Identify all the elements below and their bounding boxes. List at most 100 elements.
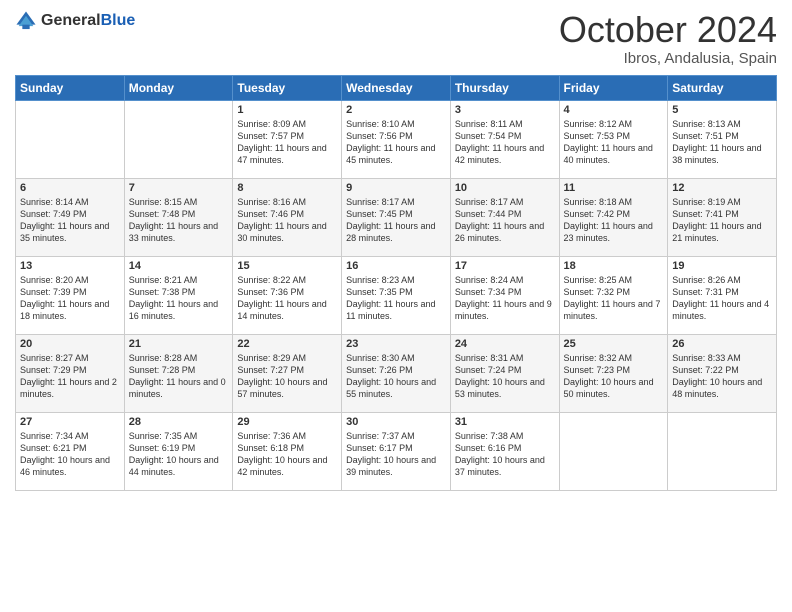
day-cell	[124, 100, 233, 178]
calendar: Sunday Monday Tuesday Wednesday Thursday…	[15, 75, 777, 491]
day-number: 10	[455, 182, 555, 194]
week-row-2: 6 Sunrise: 8:14 AM Sunset: 7:49 PM Daylig…	[16, 178, 777, 256]
day-info: Sunrise: 7:34 AM Sunset: 6:21 PM Dayligh…	[20, 430, 120, 479]
day-number: 20	[20, 338, 120, 350]
day-cell: 7 Sunrise: 8:15 AM Sunset: 7:48 PM Daylig…	[124, 178, 233, 256]
day-cell: 13 Sunrise: 8:20 AM Sunset: 7:39 PM Dayli…	[16, 256, 125, 334]
day-number: 24	[455, 338, 555, 350]
day-cell	[559, 412, 668, 490]
day-number: 31	[455, 416, 555, 428]
day-cell: 22Sunrise: 8:29 AM Sunset: 7:27 PM Dayli…	[233, 334, 342, 412]
day-number: 28	[129, 416, 229, 428]
day-info: Sunrise: 8:31 AM Sunset: 7:24 PM Dayligh…	[455, 352, 555, 401]
day-number: 7	[129, 182, 229, 194]
day-number: 9	[346, 182, 446, 194]
day-info: Sunrise: 8:25 AM Sunset: 7:32 PM Dayligh…	[564, 274, 664, 323]
day-info: Sunrise: 8:12 AM Sunset: 7:53 PM Dayligh…	[564, 118, 664, 167]
col-friday: Friday	[559, 75, 668, 100]
day-number: 29	[237, 416, 337, 428]
day-number: 18	[564, 260, 664, 272]
day-cell: 25 Sunrise: 8:32 AM Sunset: 7:23 PM Dayli…	[559, 334, 668, 412]
logo: General Blue	[15, 10, 135, 32]
day-number: 30	[346, 416, 446, 428]
day-cell: 12Sunrise: 8:19 AM Sunset: 7:41 PM Dayli…	[668, 178, 777, 256]
day-info: Sunrise: 8:11 AM Sunset: 7:54 PM Dayligh…	[455, 118, 555, 167]
day-info: Sunrise: 8:10 AM Sunset: 7:56 PM Dayligh…	[346, 118, 446, 167]
day-number: 14	[129, 260, 229, 272]
day-number: 13	[20, 260, 120, 272]
day-cell: 27 Sunrise: 7:34 AM Sunset: 6:21 PM Dayli…	[16, 412, 125, 490]
header: General Blue October 2024 Ibros, Andalus…	[15, 10, 777, 67]
day-cell: 17Sunrise: 8:24 AM Sunset: 7:34 PM Dayli…	[450, 256, 559, 334]
week-row-1: 1Sunrise: 8:09 AM Sunset: 7:57 PM Daylig…	[16, 100, 777, 178]
day-info: Sunrise: 8:18 AM Sunset: 7:42 PM Dayligh…	[564, 196, 664, 245]
day-info: Sunrise: 8:21 AM Sunset: 7:38 PM Dayligh…	[129, 274, 229, 323]
day-cell	[16, 100, 125, 178]
day-number: 25	[564, 338, 664, 350]
week-row-5: 27 Sunrise: 7:34 AM Sunset: 6:21 PM Dayli…	[16, 412, 777, 490]
month-title: October 2024	[559, 10, 777, 50]
day-cell: 20 Sunrise: 8:27 AM Sunset: 7:29 PM Dayli…	[16, 334, 125, 412]
day-cell: 9 Sunrise: 8:17 AM Sunset: 7:45 PM Daylig…	[342, 178, 451, 256]
day-cell: 8 Sunrise: 8:16 AM Sunset: 7:46 PM Daylig…	[233, 178, 342, 256]
day-cell: 5Sunrise: 8:13 AM Sunset: 7:51 PM Daylig…	[668, 100, 777, 178]
day-info: Sunrise: 8:32 AM Sunset: 7:23 PM Dayligh…	[564, 352, 664, 401]
day-info: Sunrise: 7:38 AM Sunset: 6:16 PM Dayligh…	[455, 430, 555, 479]
day-cell: 19 Sunrise: 8:26 AM Sunset: 7:31 PM Dayli…	[668, 256, 777, 334]
col-monday: Monday	[124, 75, 233, 100]
day-info: Sunrise: 8:15 AM Sunset: 7:48 PM Dayligh…	[129, 196, 229, 245]
day-number: 6	[20, 182, 120, 194]
day-cell: 23Sunrise: 8:30 AM Sunset: 7:26 PM Dayli…	[342, 334, 451, 412]
day-cell: 10 Sunrise: 8:17 AM Sunset: 7:44 PM Dayli…	[450, 178, 559, 256]
day-cell: 30Sunrise: 7:37 AM Sunset: 6:17 PM Dayli…	[342, 412, 451, 490]
day-cell: 29Sunrise: 7:36 AM Sunset: 6:18 PM Dayli…	[233, 412, 342, 490]
day-number: 22	[237, 338, 337, 350]
day-cell: 14 Sunrise: 8:21 AM Sunset: 7:38 PM Dayli…	[124, 256, 233, 334]
day-info: Sunrise: 8:20 AM Sunset: 7:39 PM Dayligh…	[20, 274, 120, 323]
day-number: 8	[237, 182, 337, 194]
logo-icon	[15, 10, 37, 32]
day-cell: 16 Sunrise: 8:23 AM Sunset: 7:35 PM Dayli…	[342, 256, 451, 334]
day-number: 21	[129, 338, 229, 350]
day-cell: 26Sunrise: 8:33 AM Sunset: 7:22 PM Dayli…	[668, 334, 777, 412]
logo-text: General Blue	[41, 13, 135, 29]
day-info: Sunrise: 8:17 AM Sunset: 7:45 PM Dayligh…	[346, 196, 446, 245]
week-row-3: 13 Sunrise: 8:20 AM Sunset: 7:39 PM Dayli…	[16, 256, 777, 334]
week-row-4: 20 Sunrise: 8:27 AM Sunset: 7:29 PM Dayli…	[16, 334, 777, 412]
day-info: Sunrise: 8:22 AM Sunset: 7:36 PM Dayligh…	[237, 274, 337, 323]
day-cell: 24 Sunrise: 8:31 AM Sunset: 7:24 PM Dayli…	[450, 334, 559, 412]
day-cell: 4Sunrise: 8:12 AM Sunset: 7:53 PM Daylig…	[559, 100, 668, 178]
day-info: Sunrise: 8:16 AM Sunset: 7:46 PM Dayligh…	[237, 196, 337, 245]
day-number: 27	[20, 416, 120, 428]
day-number: 3	[455, 104, 555, 116]
day-cell: 1Sunrise: 8:09 AM Sunset: 7:57 PM Daylig…	[233, 100, 342, 178]
day-number: 12	[672, 182, 772, 194]
logo-general: General	[41, 13, 101, 29]
day-info: Sunrise: 8:17 AM Sunset: 7:44 PM Dayligh…	[455, 196, 555, 245]
col-thursday: Thursday	[450, 75, 559, 100]
day-info: Sunrise: 8:27 AM Sunset: 7:29 PM Dayligh…	[20, 352, 120, 401]
day-number: 23	[346, 338, 446, 350]
day-number: 19	[672, 260, 772, 272]
col-saturday: Saturday	[668, 75, 777, 100]
day-info: Sunrise: 7:35 AM Sunset: 6:19 PM Dayligh…	[129, 430, 229, 479]
day-cell: 6 Sunrise: 8:14 AM Sunset: 7:49 PM Daylig…	[16, 178, 125, 256]
day-cell: 3 Sunrise: 8:11 AM Sunset: 7:54 PM Daylig…	[450, 100, 559, 178]
location: Ibros, Andalusia, Spain	[559, 50, 777, 67]
day-number: 17	[455, 260, 555, 272]
day-cell	[668, 412, 777, 490]
day-cell: 31 Sunrise: 7:38 AM Sunset: 6:16 PM Dayli…	[450, 412, 559, 490]
page: General Blue October 2024 Ibros, Andalus…	[0, 0, 792, 612]
day-cell: 18 Sunrise: 8:25 AM Sunset: 7:32 PM Dayli…	[559, 256, 668, 334]
day-cell: 28 Sunrise: 7:35 AM Sunset: 6:19 PM Dayli…	[124, 412, 233, 490]
day-number: 2	[346, 104, 446, 116]
day-info: Sunrise: 8:23 AM Sunset: 7:35 PM Dayligh…	[346, 274, 446, 323]
day-number: 26	[672, 338, 772, 350]
col-wednesday: Wednesday	[342, 75, 451, 100]
day-info: Sunrise: 8:14 AM Sunset: 7:49 PM Dayligh…	[20, 196, 120, 245]
day-number: 16	[346, 260, 446, 272]
day-cell: 11Sunrise: 8:18 AM Sunset: 7:42 PM Dayli…	[559, 178, 668, 256]
day-cell: 2 Sunrise: 8:10 AM Sunset: 7:56 PM Daylig…	[342, 100, 451, 178]
day-info: Sunrise: 8:26 AM Sunset: 7:31 PM Dayligh…	[672, 274, 772, 323]
day-info: Sunrise: 8:13 AM Sunset: 7:51 PM Dayligh…	[672, 118, 772, 167]
